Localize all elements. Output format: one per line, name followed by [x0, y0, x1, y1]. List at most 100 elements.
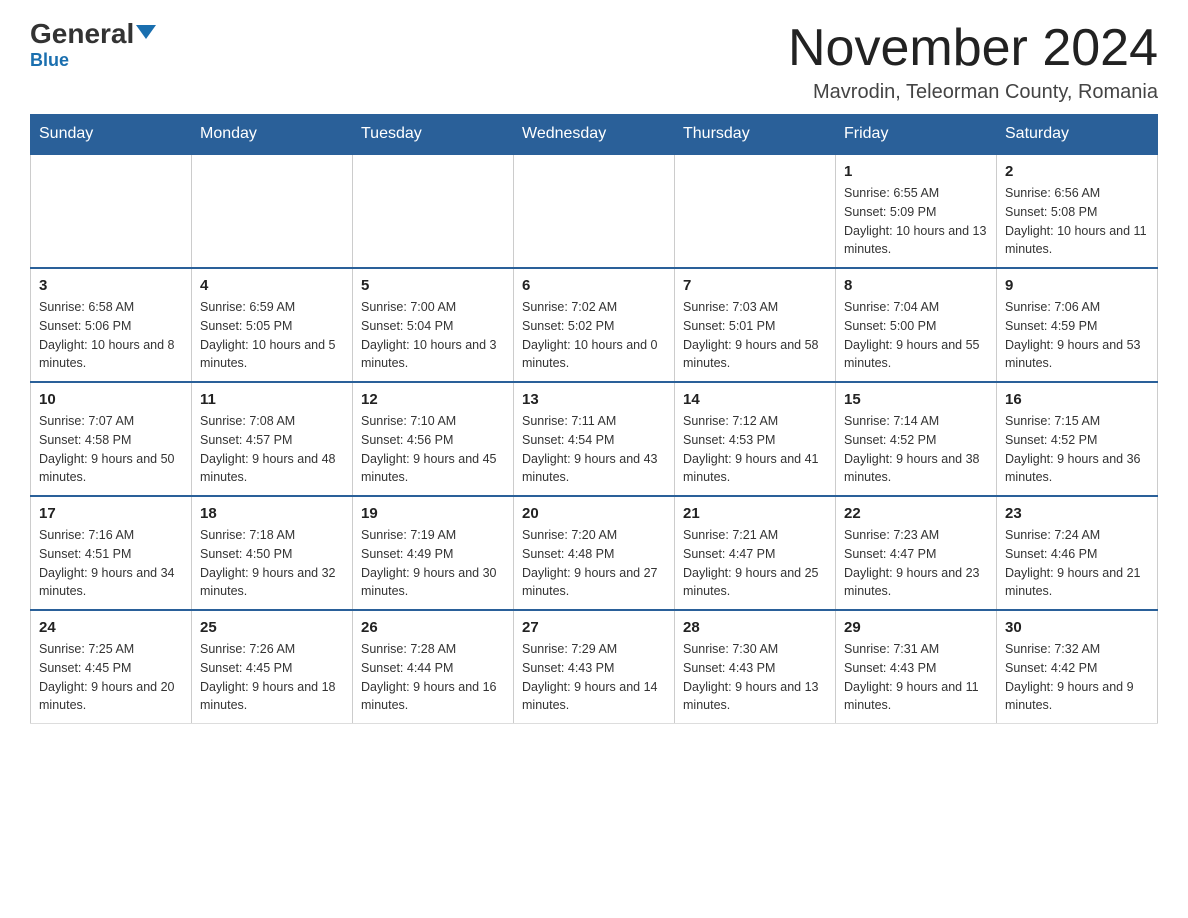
daylight-text: Daylight: 10 hours and 11 minutes. [1005, 224, 1147, 257]
calendar-cell: 1 Sunrise: 6:55 AM Sunset: 5:09 PM Dayli… [836, 154, 997, 268]
sunset-text: Sunset: 4:45 PM [39, 661, 131, 675]
logo-triangle-icon [136, 25, 156, 39]
day-number: 24 [39, 619, 183, 636]
calendar-cell: 15 Sunrise: 7:14 AM Sunset: 4:52 PM Dayl… [836, 382, 997, 496]
day-info: Sunrise: 7:18 AM Sunset: 4:50 PM Dayligh… [200, 526, 344, 601]
sunrise-text: Sunrise: 6:58 AM [39, 300, 134, 314]
day-number: 6 [522, 277, 666, 294]
sunrise-text: Sunrise: 7:24 AM [1005, 528, 1100, 542]
daylight-text: Daylight: 9 hours and 50 minutes. [39, 452, 175, 485]
calendar-cell: 5 Sunrise: 7:00 AM Sunset: 5:04 PM Dayli… [353, 268, 514, 382]
daylight-text: Daylight: 9 hours and 45 minutes. [361, 452, 497, 485]
day-info: Sunrise: 7:19 AM Sunset: 4:49 PM Dayligh… [361, 526, 505, 601]
sunset-text: Sunset: 4:47 PM [683, 547, 775, 561]
location-subtitle: Mavrodin, Teleorman County, Romania [788, 81, 1158, 104]
calendar-cell [675, 154, 836, 268]
calendar-cell: 6 Sunrise: 7:02 AM Sunset: 5:02 PM Dayli… [514, 268, 675, 382]
daylight-text: Daylight: 9 hours and 38 minutes. [844, 452, 980, 485]
day-info: Sunrise: 6:55 AM Sunset: 5:09 PM Dayligh… [844, 184, 988, 259]
daylight-text: Daylight: 10 hours and 8 minutes. [39, 338, 175, 371]
daylight-text: Daylight: 9 hours and 41 minutes. [683, 452, 819, 485]
sunrise-text: Sunrise: 7:26 AM [200, 642, 295, 656]
day-info: Sunrise: 7:08 AM Sunset: 4:57 PM Dayligh… [200, 412, 344, 487]
sunrise-text: Sunrise: 7:23 AM [844, 528, 939, 542]
logo-blue-text: Blue [30, 50, 69, 71]
day-number: 26 [361, 619, 505, 636]
day-info: Sunrise: 7:15 AM Sunset: 4:52 PM Dayligh… [1005, 412, 1149, 487]
calendar-cell: 12 Sunrise: 7:10 AM Sunset: 4:56 PM Dayl… [353, 382, 514, 496]
page-header: General Blue November 2024 Mavrodin, Tel… [30, 20, 1158, 104]
sunset-text: Sunset: 4:44 PM [361, 661, 453, 675]
sunset-text: Sunset: 4:49 PM [361, 547, 453, 561]
day-info: Sunrise: 7:03 AM Sunset: 5:01 PM Dayligh… [683, 298, 827, 373]
day-number: 20 [522, 505, 666, 522]
daylight-text: Daylight: 10 hours and 3 minutes. [361, 338, 497, 371]
calendar-table: Sunday Monday Tuesday Wednesday Thursday… [30, 114, 1158, 724]
day-number: 27 [522, 619, 666, 636]
calendar-cell: 18 Sunrise: 7:18 AM Sunset: 4:50 PM Dayl… [192, 496, 353, 610]
day-number: 21 [683, 505, 827, 522]
sunrise-text: Sunrise: 7:21 AM [683, 528, 778, 542]
calendar-cell: 8 Sunrise: 7:04 AM Sunset: 5:00 PM Dayli… [836, 268, 997, 382]
calendar-cell: 26 Sunrise: 7:28 AM Sunset: 4:44 PM Dayl… [353, 610, 514, 724]
daylight-text: Daylight: 9 hours and 14 minutes. [522, 680, 658, 713]
sunrise-text: Sunrise: 6:56 AM [1005, 186, 1100, 200]
calendar-cell: 11 Sunrise: 7:08 AM Sunset: 4:57 PM Dayl… [192, 382, 353, 496]
sunrise-text: Sunrise: 7:07 AM [39, 414, 134, 428]
calendar-cell: 14 Sunrise: 7:12 AM Sunset: 4:53 PM Dayl… [675, 382, 836, 496]
daylight-text: Daylight: 9 hours and 55 minutes. [844, 338, 980, 371]
day-number: 10 [39, 391, 183, 408]
calendar-cell [192, 154, 353, 268]
sunset-text: Sunset: 4:58 PM [39, 433, 131, 447]
calendar-cell: 21 Sunrise: 7:21 AM Sunset: 4:47 PM Dayl… [675, 496, 836, 610]
day-info: Sunrise: 7:11 AM Sunset: 4:54 PM Dayligh… [522, 412, 666, 487]
calendar-cell: 17 Sunrise: 7:16 AM Sunset: 4:51 PM Dayl… [31, 496, 192, 610]
sunrise-text: Sunrise: 7:03 AM [683, 300, 778, 314]
day-number: 14 [683, 391, 827, 408]
sunrise-text: Sunrise: 7:30 AM [683, 642, 778, 656]
calendar-cell: 30 Sunrise: 7:32 AM Sunset: 4:42 PM Dayl… [997, 610, 1158, 724]
calendar-week-3: 10 Sunrise: 7:07 AM Sunset: 4:58 PM Dayl… [31, 382, 1158, 496]
daylight-text: Daylight: 9 hours and 18 minutes. [200, 680, 336, 713]
calendar-week-4: 17 Sunrise: 7:16 AM Sunset: 4:51 PM Dayl… [31, 496, 1158, 610]
day-info: Sunrise: 6:59 AM Sunset: 5:05 PM Dayligh… [200, 298, 344, 373]
day-number: 16 [1005, 391, 1149, 408]
sunrise-text: Sunrise: 7:12 AM [683, 414, 778, 428]
day-info: Sunrise: 7:21 AM Sunset: 4:47 PM Dayligh… [683, 526, 827, 601]
sunset-text: Sunset: 4:51 PM [39, 547, 131, 561]
sunset-text: Sunset: 4:45 PM [200, 661, 292, 675]
day-number: 5 [361, 277, 505, 294]
sunset-text: Sunset: 4:43 PM [683, 661, 775, 675]
sunset-text: Sunset: 5:04 PM [361, 319, 453, 333]
day-number: 4 [200, 277, 344, 294]
calendar-cell: 27 Sunrise: 7:29 AM Sunset: 4:43 PM Dayl… [514, 610, 675, 724]
calendar-cell: 3 Sunrise: 6:58 AM Sunset: 5:06 PM Dayli… [31, 268, 192, 382]
daylight-text: Daylight: 9 hours and 32 minutes. [200, 566, 336, 599]
daylight-text: Daylight: 9 hours and 58 minutes. [683, 338, 819, 371]
day-info: Sunrise: 7:16 AM Sunset: 4:51 PM Dayligh… [39, 526, 183, 601]
calendar-cell [514, 154, 675, 268]
calendar-week-5: 24 Sunrise: 7:25 AM Sunset: 4:45 PM Dayl… [31, 610, 1158, 724]
weekday-header-row: Sunday Monday Tuesday Wednesday Thursday… [31, 115, 1158, 155]
sunrise-text: Sunrise: 7:15 AM [1005, 414, 1100, 428]
daylight-text: Daylight: 9 hours and 30 minutes. [361, 566, 497, 599]
daylight-text: Daylight: 9 hours and 23 minutes. [844, 566, 980, 599]
calendar-cell: 29 Sunrise: 7:31 AM Sunset: 4:43 PM Dayl… [836, 610, 997, 724]
sunset-text: Sunset: 4:43 PM [522, 661, 614, 675]
calendar-week-1: 1 Sunrise: 6:55 AM Sunset: 5:09 PM Dayli… [31, 154, 1158, 268]
sunrise-text: Sunrise: 7:25 AM [39, 642, 134, 656]
sunrise-text: Sunrise: 7:18 AM [200, 528, 295, 542]
sunset-text: Sunset: 4:54 PM [522, 433, 614, 447]
sunset-text: Sunset: 4:50 PM [200, 547, 292, 561]
sunrise-text: Sunrise: 7:31 AM [844, 642, 939, 656]
month-title: November 2024 [788, 20, 1158, 77]
sunset-text: Sunset: 5:06 PM [39, 319, 131, 333]
sunset-text: Sunset: 5:08 PM [1005, 205, 1097, 219]
calendar-cell: 16 Sunrise: 7:15 AM Sunset: 4:52 PM Dayl… [997, 382, 1158, 496]
title-area: November 2024 Mavrodin, Teleorman County… [788, 20, 1158, 104]
day-info: Sunrise: 7:28 AM Sunset: 4:44 PM Dayligh… [361, 640, 505, 715]
day-info: Sunrise: 7:14 AM Sunset: 4:52 PM Dayligh… [844, 412, 988, 487]
calendar-cell: 7 Sunrise: 7:03 AM Sunset: 5:01 PM Dayli… [675, 268, 836, 382]
daylight-text: Daylight: 10 hours and 0 minutes. [522, 338, 658, 371]
sunset-text: Sunset: 4:43 PM [844, 661, 936, 675]
